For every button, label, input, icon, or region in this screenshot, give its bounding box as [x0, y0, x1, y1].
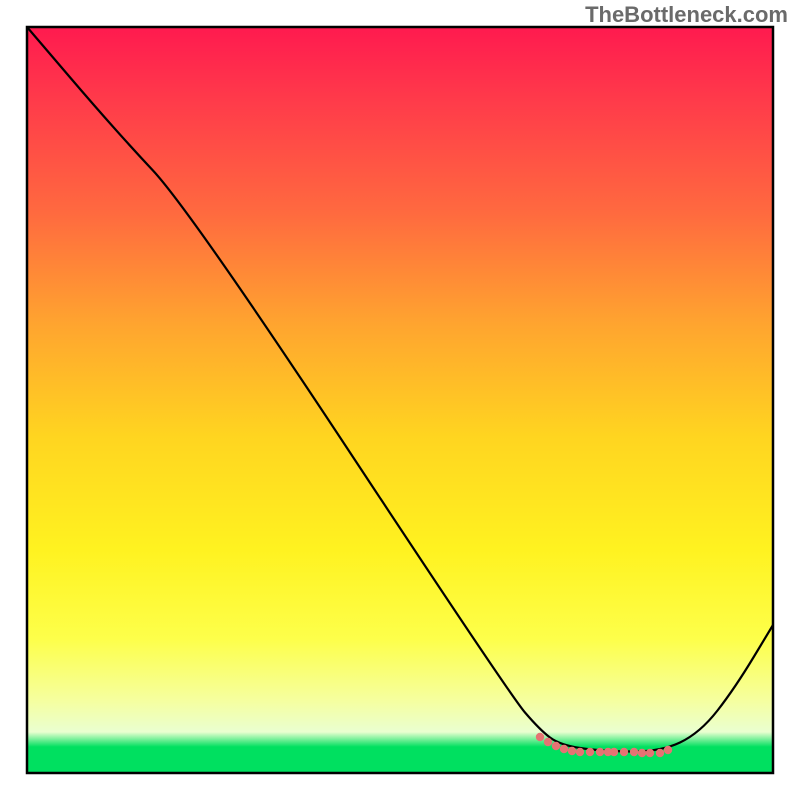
notch-dot	[646, 749, 654, 757]
notch-dot	[638, 749, 646, 757]
notch-dot	[610, 748, 618, 756]
bottleneck-chart	[0, 0, 800, 800]
notch-dot	[568, 747, 576, 755]
watermark-text: TheBottleneck.com	[585, 2, 788, 28]
notch-dot	[596, 748, 604, 756]
notch-dot	[620, 748, 628, 756]
notch-dot	[664, 746, 672, 754]
notch-dot	[656, 749, 664, 757]
plot-background	[27, 27, 773, 773]
notch-dot	[586, 748, 594, 756]
notch-dot	[544, 738, 552, 746]
notch-dot	[552, 742, 560, 750]
notch-dot	[630, 748, 638, 756]
notch-dot	[560, 745, 568, 753]
notch-dot	[536, 733, 544, 741]
notch-dot	[576, 748, 584, 756]
